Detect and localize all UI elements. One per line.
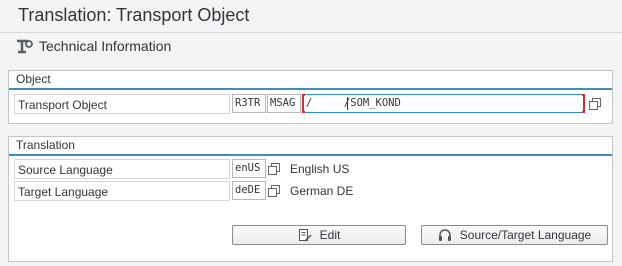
source-target-language-label: Source/Target Language	[459, 228, 592, 242]
edit-button-label: Edit	[319, 228, 341, 242]
toolbar: Technical Information	[0, 33, 622, 59]
transport-object-label-text: Transport Object	[18, 98, 107, 112]
object-name-value-help-button[interactable]	[588, 97, 602, 111]
edit-button[interactable]: Edit	[232, 225, 406, 245]
edit-icon	[298, 229, 312, 242]
object-group-title: Object	[9, 71, 612, 90]
object-group: Object Transport Object R3TR MSAG / /SOM…	[8, 70, 613, 124]
source-target-language-button[interactable]: Source/Target Language	[421, 225, 608, 245]
technical-info-icon	[17, 39, 33, 54]
text-cursor	[347, 97, 348, 110]
source-language-label-text: Source Language	[18, 163, 113, 177]
required-bracket-left	[302, 94, 305, 113]
title-bar: Translation: Transport Object	[0, 0, 622, 33]
object-name-field[interactable]: / /SOM_KOND	[302, 94, 585, 113]
target-language-label-text: Target Language	[18, 185, 109, 199]
required-bracket-right	[582, 94, 585, 113]
source-language-label: Source Language	[14, 159, 230, 179]
value-help-icon	[268, 163, 280, 175]
target-language-description: German DE	[290, 184, 354, 198]
object-type-field[interactable]: MSAG	[267, 94, 301, 113]
target-language-field[interactable]: deDE	[232, 181, 266, 200]
source-language-field[interactable]: enUS	[232, 159, 266, 178]
target-language-value-help-button[interactable]	[267, 184, 281, 198]
target-language-label: Target Language	[14, 181, 230, 201]
source-language-value-help-button[interactable]	[267, 162, 281, 176]
pgmid-field[interactable]: R3TR	[232, 94, 266, 113]
value-help-icon	[268, 185, 280, 197]
technical-information-button[interactable]: Technical Information	[15, 36, 171, 56]
window-title: Translation: Transport Object	[18, 5, 250, 25]
object-name-value: / /SOM_KOND	[306, 97, 401, 109]
transport-object-label: Transport Object	[14, 94, 230, 114]
technical-information-label: Technical Information	[39, 38, 172, 54]
headset-icon	[438, 229, 451, 241]
translation-group-title: Translation	[9, 137, 612, 156]
value-help-icon	[589, 98, 601, 110]
source-language-description: English US	[290, 162, 350, 176]
translation-group: Translation Source Language enUS English…	[8, 136, 613, 262]
